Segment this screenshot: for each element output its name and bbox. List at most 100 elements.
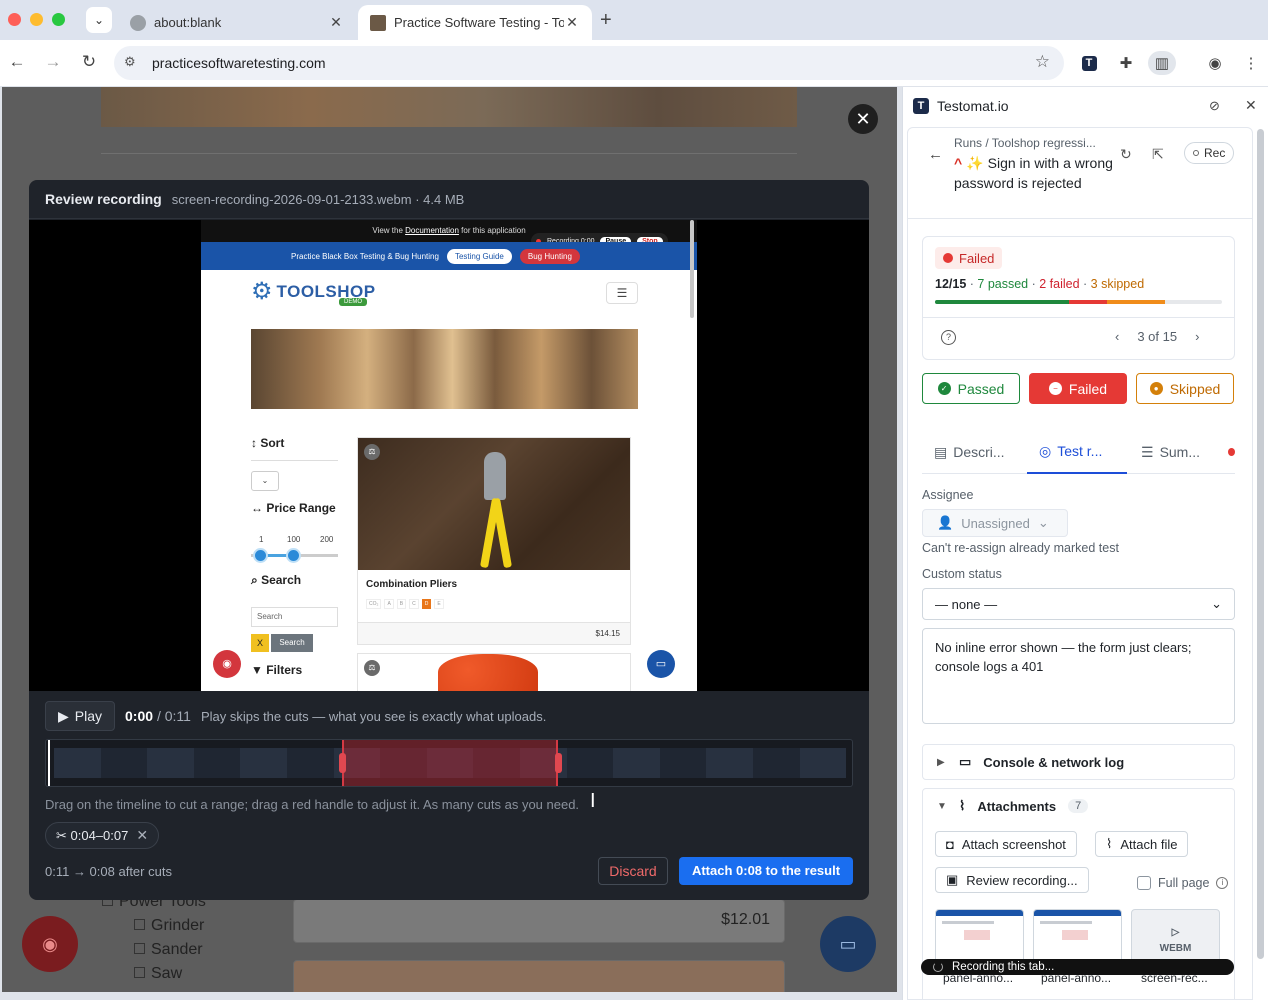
- status-badge: Failed: [935, 247, 1003, 269]
- duration-after-cuts: 0:11 → 0:08 after cuts: [45, 864, 172, 879]
- recording-timeline[interactable]: [45, 739, 853, 787]
- play-icon: ▶: [58, 707, 69, 724]
- panel-close-icon[interactable]: ✕: [1245, 97, 1257, 114]
- unpin-icon[interactable]: ⊘: [1209, 98, 1220, 114]
- mark-skipped-button[interactable]: ● Skipped: [1136, 373, 1234, 404]
- play-button[interactable]: ▶ Play: [45, 701, 116, 731]
- progress-segment-skipped: [1107, 300, 1165, 304]
- result-note-textarea[interactable]: No inline error shown — the form just cl…: [922, 628, 1235, 724]
- tab-summary[interactable]: ☰ Sum...: [1137, 430, 1235, 474]
- cut-start-handle[interactable]: [339, 753, 346, 773]
- console-network-accordion[interactable]: ▶ ▭ Console & network log: [922, 744, 1235, 780]
- frame-blue-banner: Practice Black Box Testing & Bug Hunting…: [201, 242, 697, 270]
- minus-icon: −: [1048, 382, 1062, 395]
- category-saw[interactable]: Saw: [134, 965, 182, 983]
- tab-search-chevron-icon[interactable]: ⌄: [86, 7, 112, 33]
- timeline-thumb: [54, 748, 101, 778]
- recording-status-bar: Recording this tab...: [921, 959, 1234, 975]
- paperclip-icon: ⌇: [959, 798, 966, 813]
- text-cursor-icon: I: [590, 790, 596, 812]
- window-minimize-icon[interactable]: [30, 13, 43, 26]
- sparkle-icon: ✨: [966, 155, 984, 171]
- product-card-footer[interactable]: $12.01: [293, 899, 785, 943]
- reload-icon[interactable]: ↻: [78, 52, 100, 72]
- refresh-icon[interactable]: ↻: [1120, 146, 1132, 163]
- back-arrow-icon[interactable]: ←: [928, 146, 943, 163]
- tab-close-icon[interactable]: ✕: [328, 14, 344, 31]
- back-icon[interactable]: ←: [6, 52, 28, 72]
- profile-icon[interactable]: ◉: [1203, 51, 1227, 75]
- open-external-icon[interactable]: ⇱: [1152, 146, 1164, 163]
- timeline-thumb: [752, 748, 800, 778]
- category-sander[interactable]: Sander: [134, 941, 203, 959]
- site-settings-icon[interactable]: ⚙: [124, 54, 136, 70]
- product-card[interactable]: [293, 960, 785, 992]
- full-page-toggle[interactable]: Full page i: [1137, 876, 1229, 890]
- tab-description[interactable]: ▤ Descri...: [922, 430, 1022, 474]
- playback-controls: ▶ Play 0:00 / 0:11 Play skips the cuts — …: [45, 701, 546, 731]
- tab-close-icon[interactable]: ✕: [564, 14, 580, 31]
- panel-scrollbar[interactable]: [1257, 129, 1264, 959]
- price-range-label: ↔ Price Range: [251, 501, 336, 515]
- testomat-logo-icon: T: [913, 98, 929, 114]
- run-progress-bar: [935, 300, 1222, 304]
- tab-about-blank[interactable]: about:blank ✕: [118, 5, 356, 40]
- side-panel-icon[interactable]: ▥: [1148, 51, 1176, 75]
- cut-chip[interactable]: ✂ 0:04–0:07 ✕: [45, 822, 160, 849]
- product-price: $12.01: [721, 911, 770, 928]
- toolshop-logo: ⚙ TOOLSHOP DEMO: [251, 278, 376, 306]
- attach-recording-button[interactable]: Attach 0:08 to the result: [679, 857, 853, 885]
- menu-kebab-icon[interactable]: ⋮: [1239, 51, 1263, 75]
- full-page-checkbox: [1137, 876, 1151, 890]
- extensions-puzzle-icon[interactable]: ✚: [1114, 51, 1138, 75]
- red-tool-image: [438, 654, 538, 691]
- hamburger-menu-icon: ☰: [606, 282, 638, 304]
- check-icon: ✓: [937, 382, 951, 395]
- custom-status-select[interactable]: — none — ⌄: [922, 588, 1235, 620]
- browser-tabstrip: ⌄ about:blank ✕ Practice Software Testin…: [0, 0, 1268, 40]
- chevron-down-icon: ⌄: [1037, 515, 1049, 530]
- frame-chat-icon: ▭: [647, 650, 675, 678]
- testomat-side-panel: T Testomat.io ⊘ ✕ ← Runs / Toolshop regr…: [902, 87, 1268, 1000]
- frame-product-card: ⚖ Combination Pliers CO₂ A B C D E $14.15: [357, 437, 631, 645]
- breadcrumb[interactable]: Runs / Toolshop regressi...: [954, 136, 1096, 150]
- window-close-icon[interactable]: [8, 13, 21, 26]
- attach-file-button[interactable]: ⌇ Attach file: [1095, 831, 1189, 857]
- window-zoom-icon[interactable]: [52, 13, 65, 26]
- timeline-thumb: [100, 748, 148, 778]
- tab-practice-software-testing[interactable]: Practice Software Testing - To ✕: [358, 5, 592, 40]
- chat-fab-icon[interactable]: ▭: [820, 916, 876, 972]
- assignee-select[interactable]: 👤 Unassigned ⌄: [922, 509, 1068, 537]
- test-pager: ‹ 3 of 15 ›: [1115, 329, 1199, 344]
- frame-rss-icon: ◉: [213, 650, 241, 678]
- help-icon[interactable]: ?: [941, 330, 956, 345]
- mark-passed-button[interactable]: ✓ Passed: [922, 373, 1020, 404]
- category-grinder[interactable]: Grinder: [134, 917, 204, 935]
- cut-range[interactable]: [342, 740, 558, 786]
- timeline-thumb: [147, 748, 194, 778]
- rec-button[interactable]: Rec: [1184, 142, 1235, 164]
- paperclip-icon: ⌇: [1106, 836, 1113, 851]
- discard-button[interactable]: Discard: [598, 857, 668, 885]
- address-bar[interactable]: ⚙ practicesoftwaretesting.com ☆: [114, 46, 1064, 80]
- run-status-card: Failed 12/15 · 7 passed · 2 failed · 3 s…: [922, 236, 1235, 360]
- mark-failed-button[interactable]: − Failed: [1029, 373, 1127, 404]
- prev-chevron-icon[interactable]: ‹: [1115, 329, 1119, 344]
- rss-fab-icon[interactable]: ◉: [22, 916, 78, 972]
- cut-end-handle[interactable]: [555, 753, 562, 773]
- new-tab-plus-icon[interactable]: +: [600, 9, 612, 32]
- remove-cut-icon[interactable]: ✕: [136, 827, 148, 844]
- tab-test-result[interactable]: ◎ Test r...: [1027, 430, 1127, 474]
- forward-icon[interactable]: →: [42, 52, 64, 72]
- playhead[interactable]: [48, 740, 50, 786]
- panel-content: ← Runs / Toolshop regressi... ^ ✨ Sign in …: [907, 127, 1253, 1000]
- testomat-extension-icon[interactable]: T: [1077, 51, 1101, 75]
- video-icon: ▣: [946, 872, 959, 887]
- video-player[interactable]: View the Documentation for this applicat…: [29, 220, 869, 691]
- next-chevron-icon[interactable]: ›: [1195, 329, 1199, 344]
- bookmark-star-icon[interactable]: ☆: [1035, 52, 1050, 72]
- attachments-count: 7: [1068, 799, 1089, 813]
- overlay-close-icon[interactable]: ✕: [848, 104, 878, 134]
- review-recording-button[interactable]: ▣ Review recording...: [935, 867, 1089, 893]
- attach-screenshot-button[interactable]: ◘ Attach screenshot: [935, 831, 1077, 857]
